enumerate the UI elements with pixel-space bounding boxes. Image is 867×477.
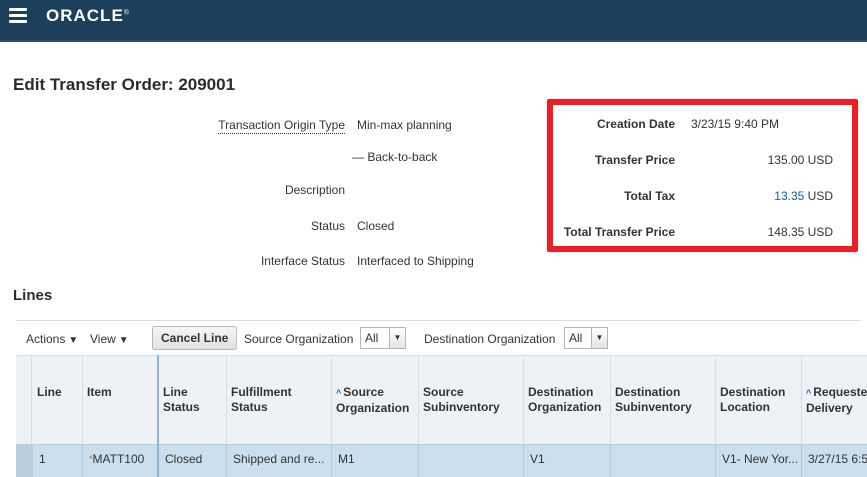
transaction-origin-type-value: Min-max planning [357, 118, 452, 132]
total-tax-link[interactable]: 13.35 [774, 189, 804, 203]
cell-fulfillment-status: Shipped and re... [227, 445, 332, 477]
transfer-price-label: Transfer Price [594, 153, 675, 167]
cell-requested-delivery: 3/27/15 6:5 [802, 445, 867, 477]
creation-date-value: 3/23/15 9:40 PM [690, 117, 779, 131]
column-header-source-subinventory[interactable]: Source Subinventory [419, 356, 524, 445]
status-value: Closed [357, 219, 395, 233]
column-header-destination-organization[interactable]: Destination Organization [524, 356, 611, 445]
chevron-down-icon: ▼ [118, 335, 129, 346]
cell-item: *MATT100 [83, 445, 159, 477]
menu-icon[interactable] [9, 8, 27, 24]
column-header-item[interactable]: Item [83, 356, 158, 445]
interface-status-label: Interface Status [260, 254, 345, 268]
column-header-requested-delivery[interactable]: Requested Delivery [802, 356, 867, 445]
top-bar: ORACLE® [0, 0, 867, 42]
table-header: Line Item Line Status Fulfillment Status… [16, 355, 867, 477]
total-tax-label: Total Tax [624, 189, 675, 203]
transaction-origin-type-label[interactable]: Transaction Origin Type [218, 118, 345, 134]
brand-logo[interactable]: ORACLE® [46, 6, 130, 26]
column-header-fulfillment-status[interactable]: Fulfillment Status [227, 356, 332, 445]
cancel-line-button[interactable]: Cancel Line [152, 326, 238, 350]
frozen-column-divider [157, 355, 159, 477]
column-header-destination-subinventory[interactable]: Destination Subinventory [611, 356, 716, 445]
source-org-select[interactable]: All ▼ [360, 327, 406, 349]
interface-status-value: Interfaced to Shipping [357, 254, 474, 268]
dest-org-select[interactable]: All ▼ [564, 327, 608, 349]
creation-date-label: Creation Date [596, 117, 675, 131]
total-tax-value: 13.35 USD [774, 189, 833, 203]
column-header-line[interactable]: Line [33, 356, 83, 445]
cell-line: 1 [33, 445, 83, 477]
column-header-line-status[interactable]: Line Status [159, 356, 227, 445]
table-row[interactable]: 1 *MATT100 Closed Shipped and re... M1 V… [16, 444, 867, 477]
cell-source-subinventory [419, 445, 524, 477]
column-header-source-organization[interactable]: Source Organization [332, 356, 419, 445]
cell-destination-organization[interactable]: V1 [524, 445, 611, 477]
toolbar-divider [236, 330, 237, 348]
lines-table: Line Item Line Status Fulfillment Status… [16, 355, 867, 477]
chevron-down-icon: ▼ [68, 335, 79, 346]
total-transfer-price-value: 148.35 USD [767, 225, 833, 239]
description-label: Description [284, 183, 345, 197]
cell-destination-location[interactable]: V1- New Yor... [716, 445, 802, 477]
lines-toolbar: Actions ▼ View ▼ Cancel Line Source Organi… [16, 320, 861, 356]
source-org-filter-label: Source Organization [244, 332, 354, 346]
column-header-destination-location[interactable]: Destination Location [716, 356, 802, 445]
cell-source-organization[interactable]: M1 [332, 445, 419, 477]
cell-line-status: Closed [159, 445, 227, 477]
dropdown-arrow-icon[interactable]: ▼ [591, 328, 607, 348]
back-to-back-value: — Back-to-back [352, 150, 438, 164]
actions-menu[interactable]: Actions ▼ [26, 332, 78, 346]
dest-org-filter-label: Destination Organization [424, 332, 556, 346]
total-transfer-price-label: Total Transfer Price [563, 225, 675, 239]
row-selector[interactable] [16, 445, 33, 477]
view-menu[interactable]: View ▼ [90, 332, 129, 346]
page-title: Edit Transfer Order: 209001 [13, 75, 236, 94]
cell-destination-subinventory [611, 445, 716, 477]
dropdown-arrow-icon[interactable]: ▼ [389, 328, 405, 348]
transfer-price-value: 135.00 USD [767, 153, 833, 167]
status-label: Status [310, 219, 345, 233]
lines-section-title: Lines [13, 287, 53, 304]
